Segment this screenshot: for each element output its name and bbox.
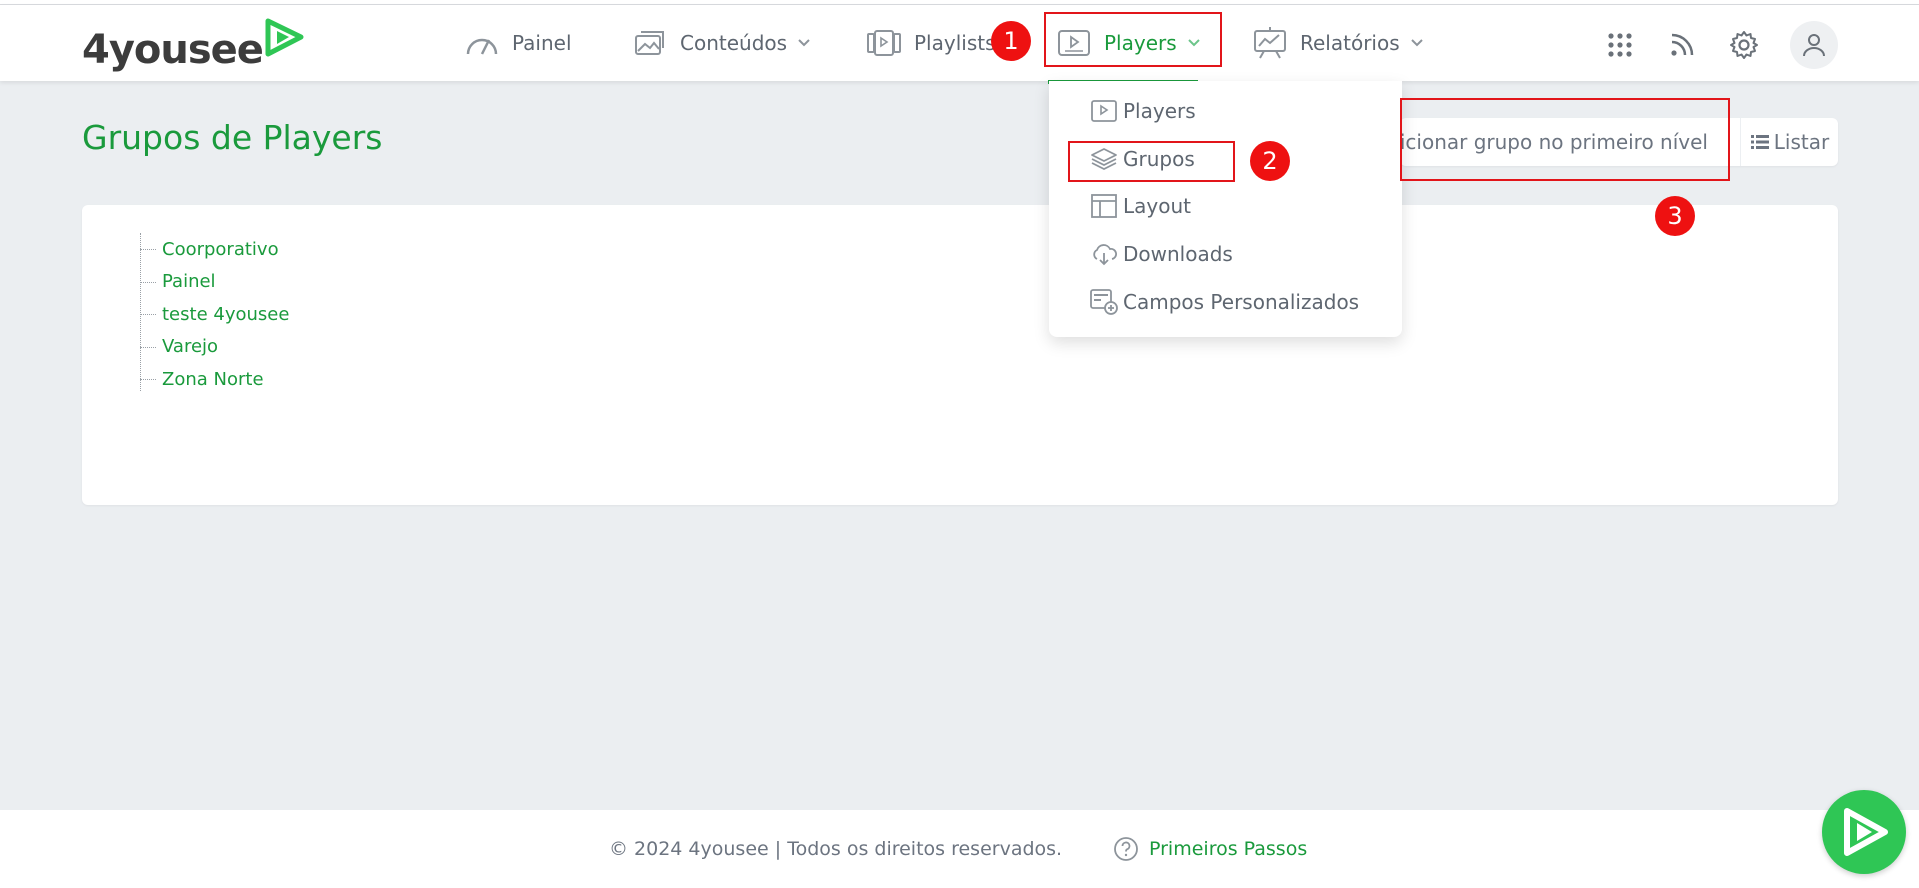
annotation-box-players-nav [1044, 12, 1222, 67]
menu-item-layout[interactable]: Layout [1089, 189, 1191, 223]
assistant-fab-button[interactable] [1822, 790, 1906, 874]
nav-painel-label: Painel [512, 31, 572, 55]
menu-item-players[interactable]: Players [1089, 94, 1196, 128]
user-icon[interactable] [1790, 21, 1838, 69]
list-button[interactable]: Listar [1740, 118, 1838, 166]
custom-fields-icon [1089, 287, 1119, 317]
apps-grid-icon[interactable] [1598, 23, 1642, 67]
play-logo-icon [1844, 808, 1888, 856]
nav-relatorios-label: Relatórios [1300, 31, 1400, 55]
nav-conteudos-label: Conteúdos [680, 31, 788, 55]
groups-tree: Coorporativo Painel teste 4yousee Varejo… [140, 233, 289, 396]
tree-item[interactable]: teste 4yousee [140, 298, 289, 331]
image-stack-icon [632, 25, 668, 61]
rss-feed-icon[interactable] [1660, 23, 1704, 67]
tree-item[interactable]: Varejo [140, 331, 289, 364]
layout-icon [1089, 191, 1119, 221]
cloud-download-icon [1089, 239, 1119, 269]
menu-item-label: Campos Personalizados [1123, 290, 1360, 314]
brand-logo[interactable]: 4yousee [82, 17, 307, 77]
tree-item[interactable]: Painel [140, 266, 289, 299]
list-button-label: Listar [1773, 130, 1830, 154]
menu-item-campos-personalizados[interactable]: Campos Personalizados [1089, 285, 1359, 319]
nav-playlists[interactable]: Playlists [866, 5, 996, 81]
menu-item-downloads[interactable]: Downloads [1089, 237, 1233, 271]
gear-icon[interactable] [1722, 23, 1766, 67]
menu-item-label: Players [1123, 99, 1196, 123]
page-footer: © 2024 4yousee | Todos os direitos reser… [0, 810, 1919, 888]
first-steps-link[interactable]: Primeiros Passos [1113, 810, 1307, 888]
menu-item-label: Downloads [1123, 242, 1233, 266]
tree-item[interactable]: Coorporativo [140, 233, 289, 266]
brand-name: 4yousee [82, 27, 264, 73]
groups-tree-card: Coorporativo Painel teste 4yousee Varejo… [82, 205, 1838, 505]
player-screen-icon [1089, 96, 1119, 126]
annotation-marker-3: 3 [1655, 196, 1695, 236]
copyright-text: © 2024 4yousee | Todos os direitos reser… [609, 838, 1063, 860]
speedometer-icon [464, 25, 500, 61]
page-title: Grupos de Players [82, 118, 383, 157]
nav-painel[interactable]: Painel [464, 5, 572, 81]
annotation-box-add-group [1400, 98, 1730, 181]
chevron-down-icon [797, 36, 811, 50]
annotation-box-grupos [1068, 141, 1235, 182]
annotation-marker-1: 1 [991, 21, 1031, 61]
chevron-down-icon [1410, 36, 1424, 50]
nav-relatorios[interactable]: Relatórios [1252, 5, 1424, 81]
nav-playlists-label: Playlists [914, 31, 996, 55]
list-icon [1750, 135, 1769, 149]
annotation-marker-2: 2 [1250, 141, 1290, 181]
tree-item[interactable]: Zona Norte [140, 363, 289, 396]
nav-conteudos[interactable]: Conteúdos [632, 5, 811, 81]
help-circle-icon [1114, 837, 1138, 861]
first-steps-label: Primeiros Passos [1149, 838, 1308, 860]
menu-item-label: Layout [1123, 194, 1191, 218]
players-dropdown-menu: Players Grupos Layout Downloads Campos P… [1049, 81, 1402, 337]
play-logo-icon [265, 18, 304, 57]
chart-board-icon [1252, 25, 1288, 61]
playlist-icon [866, 25, 902, 61]
top-navbar: 4yousee Painel Conteúdos Playlists Playe… [0, 5, 1919, 84]
